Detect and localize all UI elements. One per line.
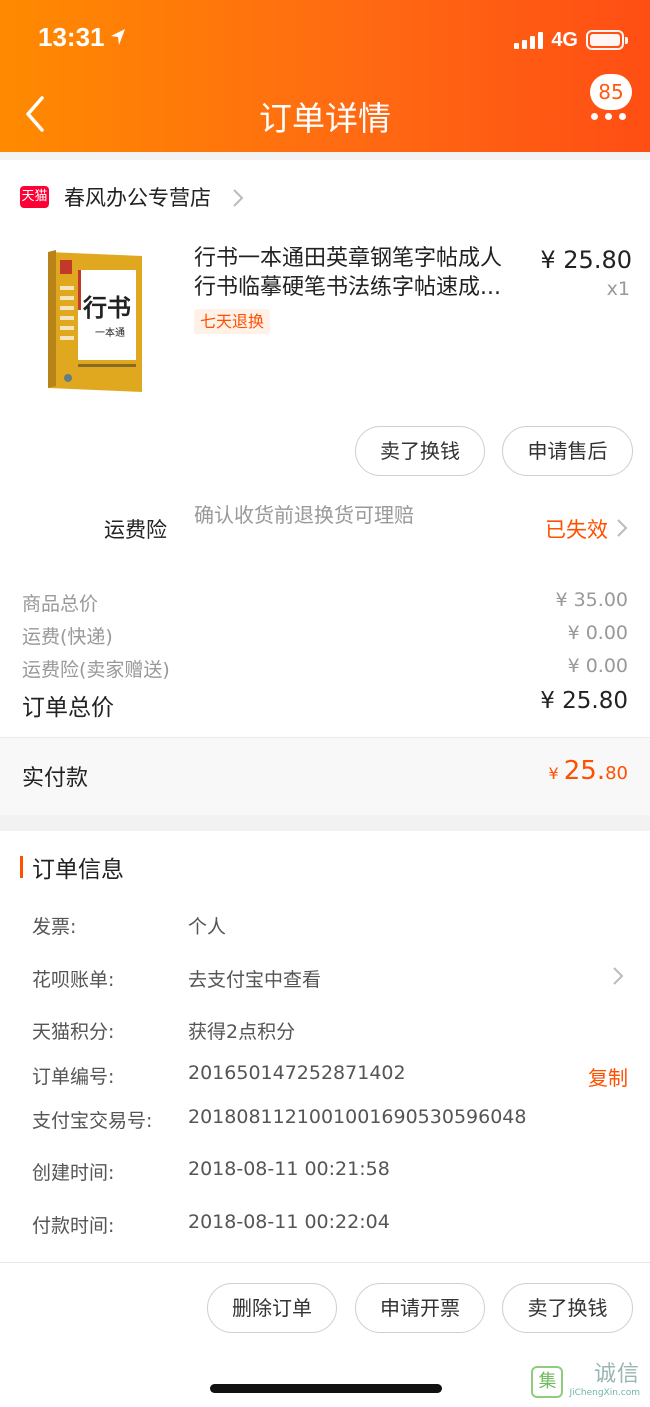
seven-day-return-tag: 七天退换 — [194, 309, 271, 334]
delete-order-button[interactable]: 删除订单 — [207, 1283, 337, 1333]
paid-amount-block: 实付款 ¥ 25.80 — [0, 737, 650, 815]
paid-decimal: 80 — [605, 763, 628, 784]
chevron-right-icon[interactable] — [612, 966, 624, 986]
cost-label: 商品总价 — [22, 593, 99, 615]
created-time-label: 创建时间: — [32, 1162, 115, 1184]
product-price: ¥ 25.80 — [540, 246, 632, 274]
sell-for-cash-button[interactable]: 卖了换钱 — [502, 1283, 633, 1333]
status-time: 13:31 — [38, 22, 105, 52]
sell-for-cash-button[interactable]: 卖了换钱 — [355, 426, 485, 476]
order-total-value: ¥ 25.80 — [540, 688, 628, 714]
alipay-trade-value: 2018081121001001690530596048 — [188, 1106, 527, 1128]
order-number-label: 订单编号: — [32, 1066, 115, 1088]
order-total-label: 订单总价 — [22, 695, 114, 721]
cover-small-text: 一本通 — [95, 326, 125, 339]
paid-time-label: 付款时间: — [32, 1215, 115, 1237]
watermark-logo: 集 — [531, 1366, 564, 1398]
more-menu-icon[interactable] — [591, 113, 626, 120]
order-detail-page: 13:31 4G 订单详情 85 天猫 春风办公专营店 行书 一本通 行书一本通… — [0, 0, 650, 1407]
shipping-insurance-desc: 确认收货前退换货可理赔 — [194, 503, 414, 527]
separator — [0, 815, 650, 831]
paid-time-value: 2018-08-11 00:22:04 — [188, 1211, 390, 1233]
created-time-value: 2018-08-11 00:21:58 — [188, 1158, 390, 1180]
shipping-insurance-label: 运费险 — [104, 518, 167, 542]
separator — [0, 152, 650, 160]
product-image[interactable]: 行书 一本通 — [38, 246, 148, 396]
network-type: 4G — [551, 28, 578, 51]
order-number-value: 201650147252871402 — [188, 1062, 406, 1084]
battery-icon — [586, 30, 628, 50]
order-info-title: 订单信息 — [32, 857, 124, 883]
watermark-en: JiChengXin.com — [569, 1388, 640, 1398]
section-accent-bar — [20, 856, 23, 878]
shipping-insurance-status[interactable]: 已失效 — [545, 514, 608, 544]
cost-row-goods: 商品总价 ¥ 35.00 — [22, 589, 628, 616]
paid-amount: ¥ 25.80 — [548, 756, 628, 786]
product-title-line1: 行书一本通田英章钢笔字帖成人 — [194, 246, 503, 271]
invoice-label: 发票: — [32, 916, 77, 938]
tmall-points-label: 天猫积分: — [32, 1021, 115, 1043]
store-name: 春风办公专营店 — [64, 186, 211, 210]
invoice-value: 个人 — [188, 916, 227, 938]
divider — [0, 1262, 650, 1263]
chevron-right-icon — [233, 189, 244, 207]
status-indicators: 4G — [514, 26, 628, 54]
cost-label: 运费险(卖家赠送) — [22, 659, 170, 681]
paid-label: 实付款 — [22, 766, 89, 791]
home-indicator[interactable] — [210, 1384, 442, 1393]
cost-row-insurance: 运费险(卖家赠送) ¥ 0.00 — [22, 655, 628, 682]
tmall-logo: 天猫 — [20, 186, 49, 208]
huabei-link[interactable]: 去支付宝中查看 — [188, 965, 321, 992]
chevron-right-icon[interactable] — [616, 518, 628, 538]
cover-big-text: 行书 — [82, 293, 131, 322]
cost-value: ¥ 0.00 — [567, 655, 628, 677]
huabei-label: 花呗账单: — [32, 969, 115, 991]
apply-after-sale-button[interactable]: 申请售后 — [502, 426, 633, 476]
watermark-cn: 诚信 — [593, 1362, 640, 1387]
alipay-trade-label: 支付宝交易号: — [32, 1110, 153, 1132]
order-total-row: 订单总价 ¥ 25.80 — [22, 688, 628, 722]
page-title: 订单详情 — [259, 99, 391, 138]
copy-order-number-button[interactable]: 复制 — [588, 1062, 628, 1091]
message-count-badge: 85 — [590, 74, 632, 110]
paid-integer: 25. — [563, 756, 606, 786]
cost-value: ¥ 35.00 — [555, 589, 628, 611]
cost-label: 运费(快递) — [22, 626, 113, 648]
store-row[interactable]: 天猫 春风办公专营店 — [0, 176, 650, 220]
watermark-text: 诚信 JiChengXin.com — [569, 1356, 640, 1398]
tmall-points-value: 获得2点积分 — [188, 1021, 296, 1043]
product-title-line2: 行书临摹硬笔书法练字帖速成... — [194, 275, 501, 300]
product-title[interactable]: 行书一本通田英章钢笔字帖成人 行书临摹硬笔书法练字帖速成... — [194, 244, 524, 304]
signal-icon — [514, 31, 544, 49]
watermark: 集 诚信 JiChengXin.com — [531, 1356, 640, 1398]
product-quantity: x1 — [606, 278, 630, 300]
header: 13:31 4G 订单详情 85 — [0, 0, 650, 152]
apply-invoice-button[interactable]: 申请开票 — [355, 1283, 485, 1333]
paid-currency: ¥ — [548, 764, 559, 783]
cost-row-shipping: 运费(快递) ¥ 0.00 — [22, 622, 628, 649]
cost-value: ¥ 0.00 — [567, 622, 628, 644]
location-arrow-icon — [111, 29, 125, 45]
